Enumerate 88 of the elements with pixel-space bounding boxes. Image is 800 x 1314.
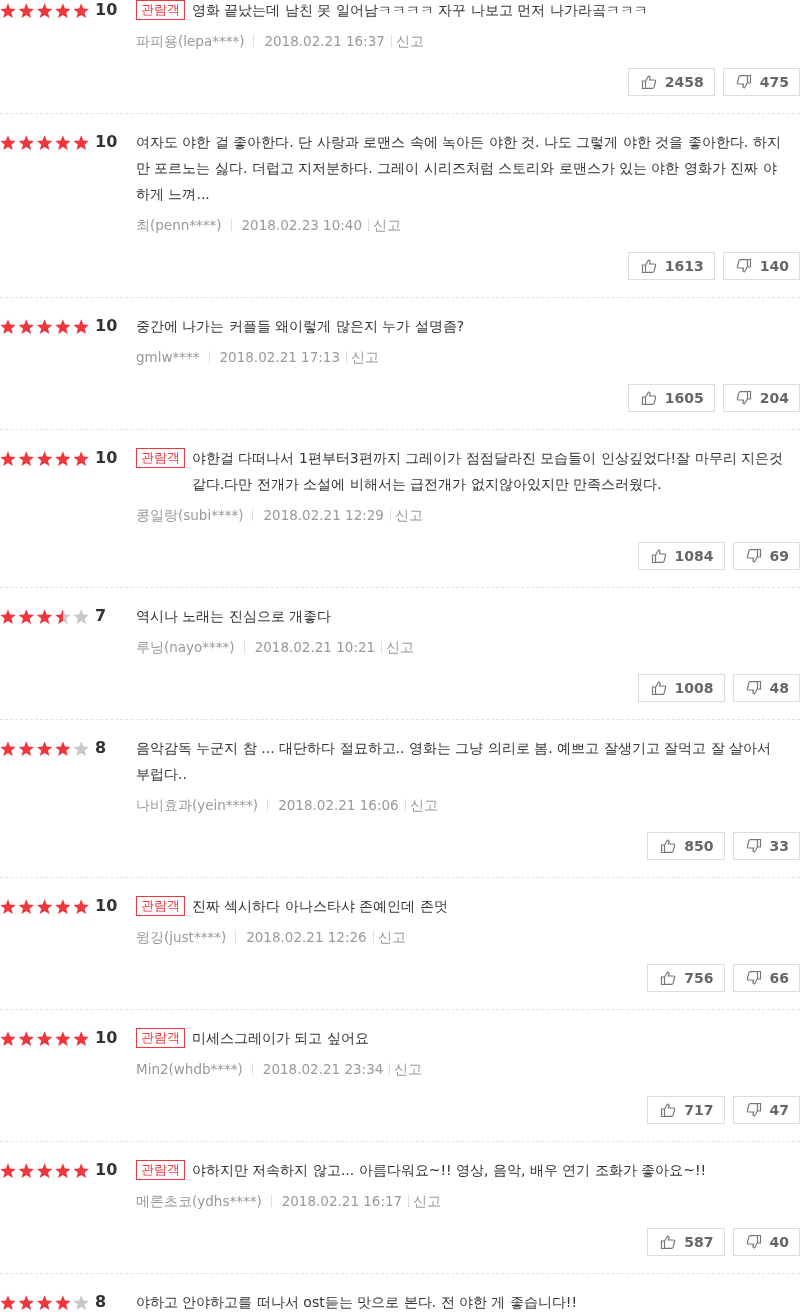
author-name: 나비효과(yein****) [136, 799, 269, 811]
review-text: 여자도 야한 걸 좋아한다. 단 사랑과 로맨스 속에 녹아든 야한 것. 나도 그렇게 야한 것을 좋아한다. 하지만 포르노는 싫다. 더럽고 지저분하다. 그레이 시리즈처럼 스토리와 로맨스가 있는 야한 영화가 진짜 야하게 느껴... [136, 133, 782, 204]
dislike-button[interactable]: 140 [722, 252, 800, 280]
thumbs-up-icon [660, 1234, 677, 1250]
thumbs-up-icon [660, 838, 677, 854]
report-link[interactable]: 신고 [404, 799, 438, 811]
thumbs-down-icon [745, 1102, 762, 1118]
author-name: 메론초코(ydhs****) [136, 1195, 272, 1207]
dislike-button[interactable]: 47 [732, 1096, 800, 1124]
report-link[interactable]: 신고 [372, 931, 406, 943]
thumbs-up-icon [650, 548, 667, 564]
report-link[interactable]: 신고 [381, 641, 415, 653]
author-name: 파피용(lepa****) [136, 35, 255, 47]
thumbs-down-icon [745, 680, 762, 696]
audience-badge: 관람객 [136, 1028, 185, 1048]
report-link[interactable]: 신고 [389, 509, 423, 521]
rating-score: 10 [95, 315, 118, 337]
author-name: 최(penn****) [136, 219, 232, 231]
thumbs-up-icon [660, 970, 677, 986]
rating-score: 7 [95, 605, 107, 627]
review-date: 2018.02.21 16:37 [263, 35, 386, 47]
dislike-button[interactable]: 475 [722, 68, 800, 96]
report-link[interactable]: 신고 [408, 1195, 442, 1207]
dislike-button[interactable]: 69 [732, 542, 800, 570]
like-button[interactable]: 1008 [637, 674, 725, 702]
rating-score: 8 [95, 1291, 107, 1313]
review-date: 2018.02.21 16:17 [280, 1195, 404, 1207]
like-button[interactable]: 587 [647, 1228, 725, 1256]
rating-score: 10 [95, 1159, 118, 1181]
dislike-button[interactable]: 204 [722, 384, 800, 412]
dislike-button[interactable]: 33 [732, 832, 800, 860]
like-button[interactable]: 850 [647, 832, 725, 860]
thumbs-down-icon [735, 74, 752, 90]
thumbs-down-icon [745, 1234, 762, 1250]
review-date: 2018.02.23 10:40 [240, 219, 364, 231]
review-text: 영화 끝났는데 남친 못 일어남ㅋㅋㅋㅋ 자꾸 나보고 먼저 나가라곸ㅋㅋㅋ [192, 1, 649, 20]
audience-badge: 관람객 [136, 1160, 185, 1180]
thumbs-down-icon [745, 838, 762, 854]
audience-badge: 관람객 [136, 896, 185, 916]
dislike-button[interactable]: 66 [732, 964, 800, 992]
review-date: 2018.02.21 23:34 [261, 1063, 385, 1075]
review-date: 2018.02.21 17:13 [218, 351, 341, 363]
review-text: 진짜 섹시하다 아나스타샤 존예인데 존멋 [192, 897, 449, 916]
rating-score: 10 [95, 447, 118, 469]
dislike-button[interactable]: 48 [732, 674, 800, 702]
dislike-button[interactable]: 40 [732, 1228, 800, 1256]
report-link[interactable]: 신고 [368, 219, 402, 231]
report-link[interactable]: 신고 [389, 1063, 423, 1075]
review-date: 2018.02.21 12:26 [245, 931, 368, 943]
like-button[interactable]: 717 [647, 1096, 725, 1124]
like-button[interactable]: 1084 [637, 542, 725, 570]
review-text: 중간에 나가는 커플들 왜이렇게 많은지 누가 설명좀? [136, 317, 466, 336]
audience-badge: 관람객 [136, 0, 185, 20]
author-name: 콩일랑(subi****) [136, 509, 254, 521]
thumbs-up-icon [650, 680, 667, 696]
review-date: 2018.02.21 12:29 [262, 509, 385, 521]
rating-score: 8 [95, 737, 107, 759]
like-button[interactable]: 1613 [627, 252, 715, 280]
rating-score: 10 [95, 1027, 118, 1049]
report-link[interactable]: 신고 [346, 351, 379, 363]
like-button[interactable]: 1605 [627, 384, 715, 412]
like-button[interactable]: 756 [647, 964, 725, 992]
author-name: Min2(whdb****) [136, 1063, 253, 1075]
author-name: 윙깅(just****) [136, 931, 237, 943]
thumbs-down-icon [745, 548, 762, 564]
thumbs-down-icon [745, 970, 762, 986]
review-text: 야하고 안야하고를 떠나서 ost듣는 맛으로 본다. 전 야한 게 좋습니다!! [136, 1293, 579, 1312]
review-text: 야한걸 다떠나서 1편부터3편까지 그레이가 점점달라진 모습들이 인상깊었다!잘 마무리 지은것같다.다만 전개가 소설에 비해서는 급전개가 없지않아있지만 만족스러웠다. [192, 449, 785, 494]
thumbs-up-icon [640, 258, 657, 274]
thumbs-up-icon [640, 74, 657, 90]
review-text: 음악감독 누군지 참 ... 대단하다 절묘하고.. 영화는 그냥 의리로 봄. 예쁘고 잘생기고 잘먹고 잘 살아서 부럽다.. [136, 739, 772, 784]
review-text: 미세스그레이가 되고 싶어요 [192, 1029, 370, 1048]
rating-score: 10 [95, 131, 118, 153]
thumbs-up-icon [660, 1102, 677, 1118]
thumbs-up-icon [640, 390, 657, 406]
rating-score: 10 [95, 895, 118, 917]
review-text: 야하지만 저속하지 않고... 아름다워요~!! 영상, 음악, 배우 연기 조화가 좋아요~!! [192, 1161, 708, 1180]
review-date: 2018.02.21 16:06 [277, 799, 400, 811]
author-name: gmlw**** [136, 351, 210, 363]
audience-badge: 관람객 [136, 448, 185, 468]
author-name: 루닝(nayo****) [136, 641, 245, 653]
thumbs-down-icon [735, 258, 752, 274]
thumbs-down-icon [735, 390, 752, 406]
like-button[interactable]: 2458 [627, 68, 715, 96]
review-text: 역시나 노래는 진심으로 개좋다 [136, 607, 333, 626]
report-link[interactable]: 신고 [390, 35, 424, 47]
rating-score: 10 [95, 0, 118, 21]
review-date: 2018.02.21 10:21 [253, 641, 377, 653]
